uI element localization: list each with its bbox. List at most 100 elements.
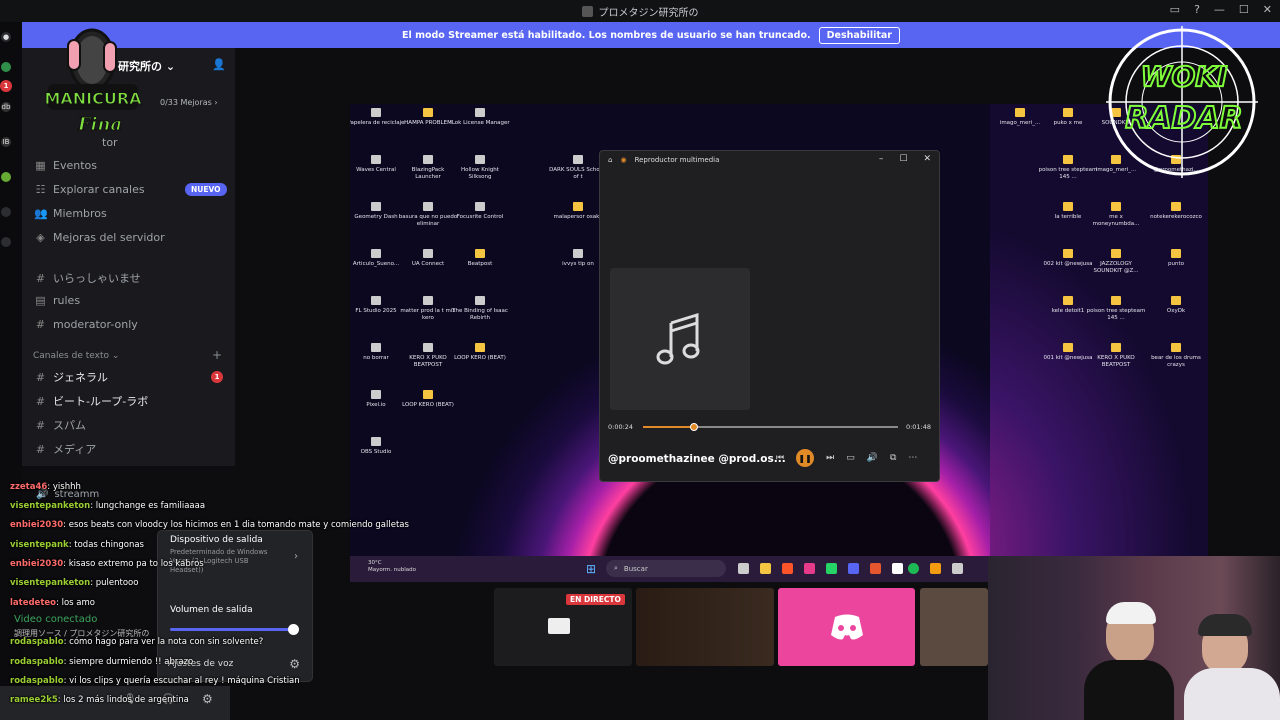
channel-beat-loop-lab[interactable]: # ビート-ループ-ラボ — [34, 393, 148, 409]
sidebar-item-events[interactable]: ▦ Eventos — [34, 159, 97, 172]
desktop-icon[interactable]: Beatpost — [450, 249, 510, 268]
desktop-icon[interactable]: BlazingPack Launcher — [398, 155, 458, 181]
rules-icon: ▤ — [35, 294, 46, 307]
server-icon[interactable] — [1, 62, 11, 72]
desktop-icon-label: iLok License Manager — [450, 120, 510, 126]
invite-icon[interactable]: 👤 — [212, 58, 226, 71]
whatsapp-icon[interactable] — [826, 563, 837, 574]
desktop-icon[interactable]: poison tree stepteam 145 ... — [1086, 296, 1146, 322]
folder-icon — [1063, 343, 1073, 352]
previous-icon[interactable]: ⏮ — [776, 453, 784, 463]
home-icon[interactable]: ⌂ — [608, 156, 612, 164]
folder-icon — [1111, 202, 1121, 211]
sidebar-item-boosts[interactable]: ◈ Mejoras del servidor — [34, 231, 164, 244]
server-icon[interactable] — [1, 237, 11, 247]
desktop-icon[interactable]: basura que no puedo eliminar — [398, 202, 458, 228]
taskbar-search[interactable]: ⌕ Buscar — [606, 560, 726, 577]
server-icon[interactable] — [1, 207, 11, 217]
spotify-icon[interactable] — [908, 563, 919, 574]
desktop-icon[interactable]: notekerekerocozco — [1146, 202, 1206, 221]
category-text-channels[interactable]: Canales de texto ⌄ — [33, 351, 119, 361]
app-icon[interactable] — [930, 563, 941, 574]
inbox-icon[interactable]: ▭ — [1170, 3, 1180, 16]
server-icon[interactable]: db — [1, 102, 11, 112]
desktop-icon[interactable]: LOOP KERO (BEAT) — [450, 343, 510, 362]
close-icon[interactable]: ✕ — [1263, 3, 1272, 16]
desktop-icon[interactable]: LOOP KERO (BEAT) — [398, 390, 458, 409]
desktop-icon[interactable]: The Binding of Isaac Rebirth — [450, 296, 510, 322]
more-icon[interactable]: ⋯ — [908, 453, 917, 463]
close-icon[interactable]: ✕ — [923, 154, 931, 164]
discord-avatar-tile[interactable] — [778, 588, 915, 666]
instagram-icon[interactable] — [804, 563, 815, 574]
channel-rules[interactable]: ▤ rules — [34, 294, 80, 307]
seek-handle[interactable] — [690, 423, 698, 431]
chat-username: visentepank — [10, 540, 69, 550]
pause-button[interactable]: ❚❚ — [796, 449, 815, 467]
sidebar-item-members[interactable]: 👥 Miembros — [34, 207, 107, 220]
sidebar-item-browse-channels[interactable]: ☷ Explorar canales — [34, 183, 145, 196]
channel-moderator-only[interactable]: # moderator-only — [34, 318, 138, 331]
server-icon[interactable]: IB — [1, 137, 11, 147]
desktop-icon[interactable]: JAZZOLOGY SOUNDKIT @Z... — [1086, 249, 1146, 275]
add-channel-icon[interactable]: + — [212, 348, 222, 362]
chat-message: ramee2k5: los 2 más lindos de argentina — [10, 695, 189, 705]
camera-thumbnail[interactable] — [636, 588, 774, 666]
minimize-icon[interactable]: – — [879, 154, 884, 164]
disable-streamer-button[interactable]: Deshabilitar — [818, 26, 900, 44]
channel-media[interactable]: # メディア — [34, 441, 96, 457]
help-icon[interactable]: ? — [1194, 3, 1200, 16]
discord-icon[interactable] — [848, 563, 859, 574]
calendar-icon: ▦ — [35, 159, 46, 172]
folder-icon — [1171, 343, 1181, 352]
channel-general[interactable]: # ジェネラル — [34, 369, 108, 385]
channel-irasshaimase[interactable]: # いらっしゃいませ — [34, 270, 141, 286]
miniplayer-icon[interactable]: ▭ — [846, 453, 855, 463]
maximize-icon[interactable]: ☐ — [899, 154, 907, 164]
desktop-icon[interactable]: me x moneynumbda... — [1086, 202, 1146, 228]
hash-icon: # — [35, 394, 46, 408]
folder-icon — [423, 108, 433, 117]
obs-icon[interactable] — [952, 563, 963, 574]
desktop-icon[interactable]: bear de los drums crazys — [1146, 343, 1206, 369]
desktop-icon[interactable]: KERO X PUKO BEATPOST — [1086, 343, 1146, 369]
desktop-icon-label: me x moneynumbda... — [1092, 214, 1140, 227]
desktop-icon[interactable]: KERO X PUKO BEATPOST — [398, 343, 458, 369]
start-icon[interactable]: ⊞ — [586, 562, 596, 576]
seek-bar[interactable] — [643, 423, 898, 431]
volume-icon[interactable]: 🔊 — [867, 453, 878, 463]
desktop-icon[interactable]: OBS Studio — [350, 437, 406, 456]
steam-icon[interactable] — [892, 563, 903, 574]
window-title: プロメタジン研究所の — [598, 7, 699, 19]
task-view-icon[interactable] — [738, 563, 749, 574]
desktop-icon[interactable]: Focusrite Control — [450, 202, 510, 221]
desktop-icon[interactable]: UA Connect — [398, 249, 458, 268]
chat-message: rodaspablo: vi los clips y quería escuch… — [10, 676, 300, 686]
participant-tile[interactable] — [920, 588, 988, 666]
desktop-icon-label: OBS Studio — [360, 449, 392, 455]
desktop-icon-label: BlazingPack Launcher — [411, 167, 445, 180]
cast-icon[interactable]: ⧉ — [890, 453, 896, 463]
desktop-icon[interactable]: matter prod la t mix kero — [398, 296, 458, 322]
streamer-cap — [1106, 602, 1156, 624]
desktop-icon[interactable]: OxyDk — [1146, 296, 1206, 315]
desktop-icon[interactable]: HAMPA PROBLEM — [398, 108, 458, 127]
brave-icon[interactable] — [782, 563, 793, 574]
app-icon — [573, 155, 583, 164]
app-icon — [475, 155, 485, 164]
chat-text: siempre durmiendo !! abrazo — [69, 657, 194, 667]
maximize-icon[interactable]: ☐ — [1239, 3, 1249, 16]
discord-home-icon[interactable]: ● — [1, 32, 11, 42]
fl-studio-icon[interactable] — [870, 563, 881, 574]
server-icon[interactable] — [1, 172, 11, 182]
chat-text: los amo — [61, 598, 95, 608]
desktop-icon[interactable]: Hollow Knight Silksong — [450, 155, 510, 181]
boost-progress[interactable]: 0/33 Mejoras › — [160, 98, 218, 107]
desktop-icon[interactable]: iLok License Manager — [450, 108, 510, 127]
desktop-icon[interactable]: punto — [1146, 249, 1206, 268]
minimize-icon[interactable]: — — [1214, 3, 1225, 16]
channel-spam[interactable]: # スパム — [34, 417, 86, 433]
folder-icon — [1063, 108, 1073, 117]
file-explorer-icon[interactable] — [760, 563, 771, 574]
next-icon[interactable]: ⏭ — [826, 453, 834, 463]
